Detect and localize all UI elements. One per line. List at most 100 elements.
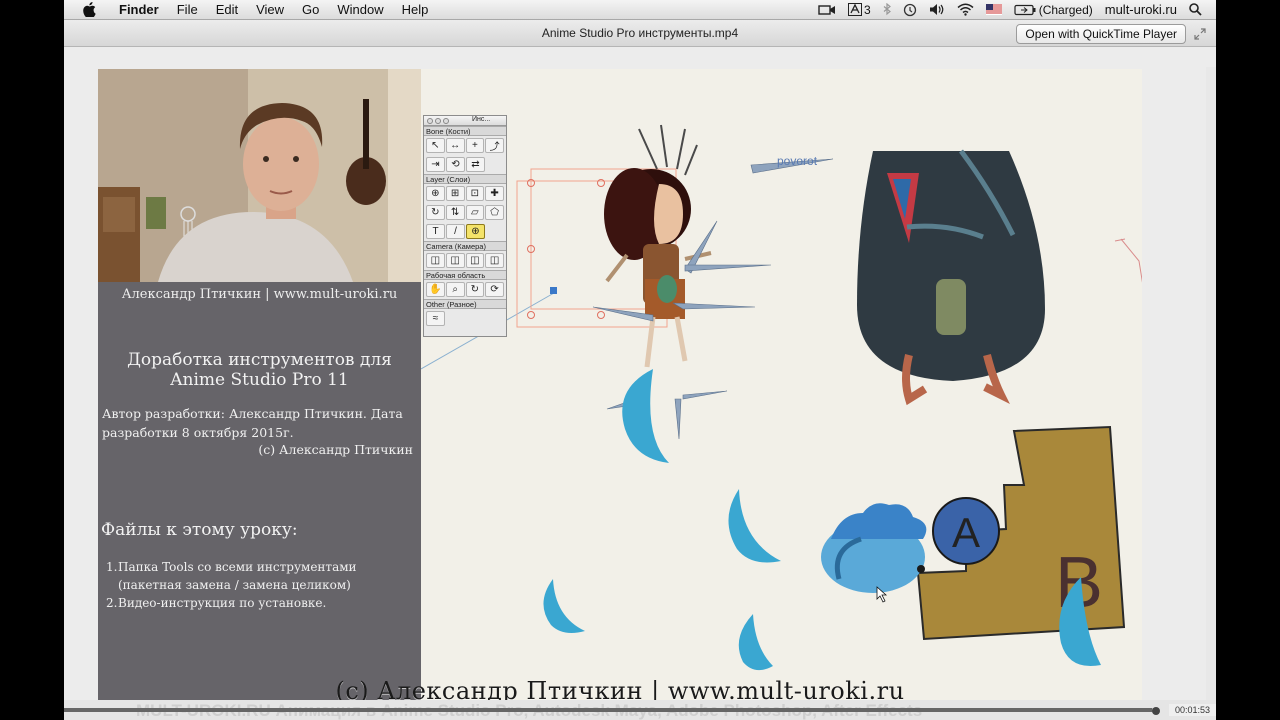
list-text: Папка Tools со всеми инструментами (паке… [118, 560, 357, 592]
bag-artwork [857, 149, 1045, 406]
spotlight-icon[interactable] [1189, 3, 1202, 16]
video-frame[interactable]: Александр Птичкин | www.mult-uroki.ru До… [98, 69, 1142, 720]
section-camera: Camera (Камера) [424, 241, 506, 251]
camera-icon[interactable] [818, 4, 836, 16]
info-panel: Александр Птичкин | www.mult-uroki.ru До… [98, 69, 421, 720]
battery-icon[interactable]: (Charged) [1014, 3, 1093, 17]
adobe-badge: 3 [864, 2, 871, 17]
webcam-image [98, 69, 421, 282]
layer-transform-tool-icon[interactable]: ⊕ [466, 224, 485, 239]
window-titlebar[interactable]: Anime Studio Pro инструменты.mp4 Open wi… [64, 20, 1216, 47]
list-number: 1. [106, 560, 118, 574]
status-area: 3 (Charged) mult-uroki.ru [818, 2, 1216, 17]
text-tool-icon[interactable]: T [426, 224, 445, 239]
lesson-copyright: (с) Александр Птичкин [258, 442, 413, 457]
zoom-dot-icon[interactable] [443, 118, 449, 124]
zoom-tool-icon[interactable]: ⌕ [445, 282, 465, 297]
set-origin-tool-icon[interactable]: ⊕ [426, 186, 445, 201]
adobe-icon[interactable]: 3 [848, 3, 871, 17]
pan-tilt-camera-tool-icon[interactable]: ◫ [485, 253, 504, 268]
translate-layer-tool-icon[interactable]: ⊞ [445, 186, 465, 201]
character-figure [604, 124, 712, 368]
letters-artwork: A B [916, 425, 1126, 641]
progress-fill [64, 708, 1152, 712]
section-other: Other (Разное) [424, 299, 506, 309]
menu-bar: Finder File Edit View Go Window Help 3 (… [64, 0, 1216, 20]
list-item: 2. Видео-инструкция по установке. [106, 594, 406, 612]
tool-row: ◫ ◫ ◫ ◫ [424, 251, 506, 270]
tool-row: ✋ ⌕ ↻ ⟳ [424, 280, 506, 299]
move-plus-tool-icon[interactable]: ✚ [485, 186, 504, 201]
rotate-workspace-tool-icon[interactable]: ↻ [465, 282, 485, 297]
track-camera-tool-icon[interactable]: ◫ [426, 253, 445, 268]
quick-look-window: Anime Studio Pro инструменты.mp4 Open wi… [64, 20, 1216, 720]
letter-a: A [952, 509, 980, 556]
flip-layer-tool-icon[interactable]: ⇅ [445, 205, 465, 220]
perspective-tool-icon[interactable]: ⬠ [485, 205, 504, 220]
tool-palette[interactable]: Инс... Bone (Кости) ↖ ↔ + ⤴ ⇥ ⟲ ⇄ Layer … [423, 115, 507, 337]
tool-row: ≈ [424, 309, 506, 328]
fullscreen-icon[interactable] [1194, 27, 1206, 40]
bone-handle [550, 287, 557, 294]
palette-titlebar[interactable]: Инс... [424, 116, 506, 126]
bind-layer-tool-icon[interactable]: ⇄ [466, 157, 485, 172]
eyedropper-tool-icon[interactable]: / [446, 224, 465, 239]
add-bone-tool-icon[interactable]: + [465, 138, 485, 153]
section-bone: Bone (Кости) [424, 126, 506, 136]
manipulate-bones-tool-icon[interactable]: ⟲ [446, 157, 465, 172]
menu-file[interactable]: File [168, 0, 207, 20]
bone-label: povorot [777, 154, 818, 168]
animation-canvas: povorot A [420, 69, 1142, 720]
user-name[interactable]: mult-uroki.ru [1105, 2, 1177, 17]
tool-row: T / ⊕ [424, 222, 506, 241]
minimize-dot-icon[interactable] [435, 118, 441, 124]
roll-camera-tool-icon[interactable]: ◫ [465, 253, 485, 268]
us-flag-icon[interactable] [985, 4, 1002, 15]
translate-bone-tool-icon[interactable]: ↔ [445, 138, 465, 153]
wifi-icon[interactable] [957, 3, 974, 16]
scene-artwork: povorot A [420, 124, 1142, 671]
volume-icon[interactable] [929, 3, 945, 16]
desktop-edge [1206, 67, 1216, 720]
apple-icon[interactable] [82, 2, 96, 18]
scale-layer-tool-icon[interactable]: ⊡ [465, 186, 485, 201]
palette-title: Инс... [472, 116, 491, 123]
files-title: Файлы к этому уроку: [101, 520, 298, 540]
reparent-bone-tool-icon[interactable]: ⤴ [485, 138, 504, 153]
insert-text-tool-icon[interactable]: ≈ [426, 311, 445, 326]
menu-finder[interactable]: Finder [110, 0, 168, 20]
open-with-quicktime-button[interactable]: Open with QuickTime Player [1016, 24, 1186, 44]
select-bone-tool-icon[interactable]: ↖ [426, 138, 445, 153]
battery-status: (Charged) [1038, 2, 1093, 17]
time-readout: 00:01:53 [1168, 704, 1216, 716]
list-text: Видео-инструкция по установке. [118, 596, 327, 610]
author-caption: Александр Птичкин | www.mult-uroki.ru [121, 287, 398, 302]
menu-window[interactable]: Window [328, 0, 392, 20]
webcam-video [98, 69, 421, 282]
zoom-camera-tool-icon[interactable]: ◫ [445, 253, 465, 268]
orbit-workspace-tool-icon[interactable]: ⟳ [485, 282, 504, 297]
lesson-author: Автор разработки: Александр Птичкин. Дат… [102, 406, 403, 440]
progress-knob[interactable] [1152, 707, 1160, 715]
sketch-lines [1114, 238, 1142, 283]
hand-tool-icon[interactable]: ✋ [426, 282, 445, 297]
shear-layer-tool-icon[interactable]: ▱ [465, 205, 485, 220]
menu-edit[interactable]: Edit [207, 0, 247, 20]
desktop: Finder File Edit View Go Window Help 3 (… [64, 0, 1216, 720]
progress-bar[interactable] [64, 708, 1154, 712]
palette-window-controls [427, 118, 449, 124]
tool-row: ⊕ ⊞ ⊡ ✚ [424, 184, 506, 203]
menu-help[interactable]: Help [393, 0, 438, 20]
time-machine-icon[interactable] [903, 3, 917, 17]
menu-go[interactable]: Go [293, 0, 328, 20]
list-item: 1. Папка Tools со всеми инструментами (п… [106, 558, 406, 594]
close-dot-icon[interactable] [427, 118, 433, 124]
section-workspace: Рабочая область [424, 270, 506, 280]
rotate-layer-tool-icon[interactable]: ↻ [426, 205, 445, 220]
bluetooth-icon[interactable] [883, 3, 891, 16]
blob-creature [821, 503, 927, 593]
lesson-title: Доработка инструментов для Anime Studio … [98, 350, 421, 390]
bone-strength-tool-icon[interactable]: ⇥ [426, 157, 445, 172]
lesson-title-line-1: Доработка инструментов для [127, 350, 392, 370]
menu-view[interactable]: View [247, 0, 293, 20]
